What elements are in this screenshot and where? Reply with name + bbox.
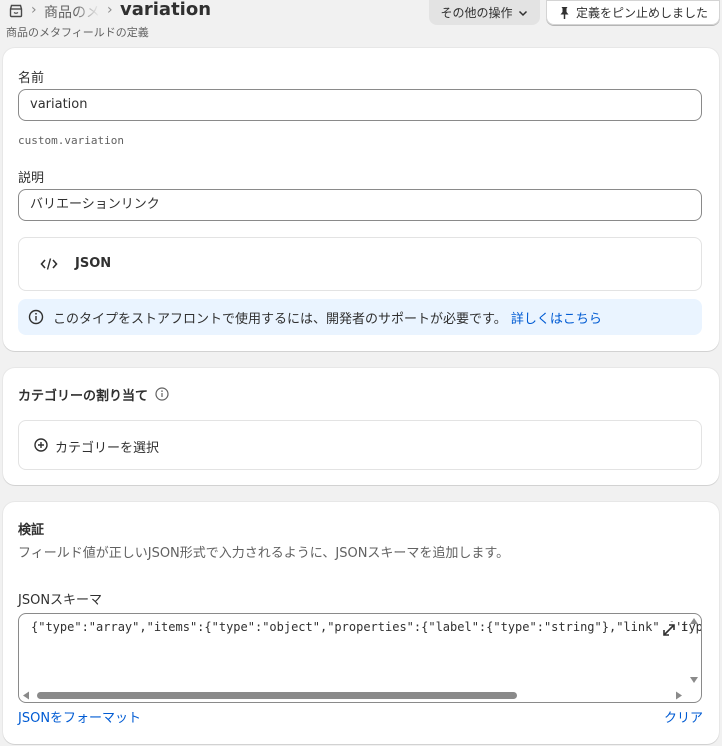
more-actions-label: その他の操作 — [440, 6, 513, 20]
breadcrumb-separator: › — [107, 2, 113, 18]
name-input[interactable]: variation — [18, 89, 702, 121]
banner-text: このタイプをストアフロントで使用するには、開発者のサポートが必要です。 — [53, 312, 507, 327]
store-icon[interactable] — [8, 3, 24, 19]
pin-definition-button[interactable]: 定義をピン止めしました — [546, 0, 720, 25]
scroll-left-icon[interactable] — [22, 691, 30, 700]
schema-label: JSONスキーマ — [18, 593, 103, 608]
scroll-up-icon[interactable] — [689, 617, 699, 625]
description-label: 説明 — [18, 171, 45, 186]
breadcrumb-parent-link[interactable]: 商品のメタフィールドの定義 — [44, 2, 100, 22]
description-input[interactable]: バリエーションリンク — [18, 189, 702, 221]
info-tooltip-icon[interactable] — [155, 387, 169, 401]
plus-circle-icon — [34, 438, 48, 452]
clear-link[interactable]: クリア — [664, 707, 703, 726]
definition-card: 名前 variation custom.variation 説明 バリエーション… — [3, 48, 719, 351]
json-schema-value: {"type":"array","items":{"type":"object"… — [31, 620, 702, 634]
horizontal-scroll-thumb[interactable] — [37, 692, 517, 699]
page-title: variation — [120, 0, 212, 20]
breadcrumb-separator: › — [31, 2, 37, 18]
validation-description: フィールド値が正しいJSON形式で入力されるように、JSONスキーマを追加します… — [18, 546, 510, 561]
resize-expand-icon[interactable] — [661, 622, 677, 638]
pin-label: 定義をピン止めしました — [575, 6, 708, 20]
more-actions-button[interactable]: その他の操作 — [429, 0, 540, 25]
type-display: JSON — [18, 237, 702, 291]
json-schema-textarea[interactable]: {"type":"array","items":{"type":"object"… — [18, 613, 702, 703]
category-select[interactable]: カテゴリーを選択 — [18, 420, 702, 470]
banner-text-wrap: このタイプをストアフロントで使用するには、開発者のサポートが必要です。 詳しくは… — [53, 308, 602, 327]
chevron-down-icon — [518, 10, 527, 16]
namespace-key: custom.variation — [18, 134, 124, 147]
pin-icon — [560, 6, 569, 19]
validation-title: 検証 — [18, 523, 45, 538]
horizontal-scrollbar[interactable] — [19, 688, 689, 702]
info-icon — [28, 309, 44, 325]
learn-more-link[interactable]: 詳しくはこちら — [511, 312, 602, 327]
name-label: 名前 — [18, 71, 45, 86]
validation-card: 検証 フィールド値が正しいJSON形式で入力されるように、JSONスキーマを追加… — [3, 502, 719, 744]
info-banner: このタイプをストアフロントで使用するには、開発者のサポートが必要です。 詳しくは… — [18, 299, 702, 335]
category-card: カテゴリーの割り当て カテゴリーを選択 — [3, 368, 719, 485]
page-subtitle: 商品のメタフィールドの定義 — [6, 26, 149, 39]
type-label: JSON — [75, 256, 112, 271]
vertical-scrollbar[interactable] — [687, 614, 701, 690]
code-icon — [40, 258, 58, 270]
category-select-label: カテゴリーを選択 — [55, 441, 160, 456]
scroll-right-icon[interactable] — [675, 691, 683, 700]
scroll-down-icon[interactable] — [689, 676, 699, 684]
page-header: › 商品のメタフィールドの定義 › variation 商品のメタフィールドの定… — [0, 0, 722, 42]
category-title: カテゴリーの割り当て — [18, 389, 149, 404]
format-json-link[interactable]: JSONをフォーマット — [18, 707, 141, 726]
